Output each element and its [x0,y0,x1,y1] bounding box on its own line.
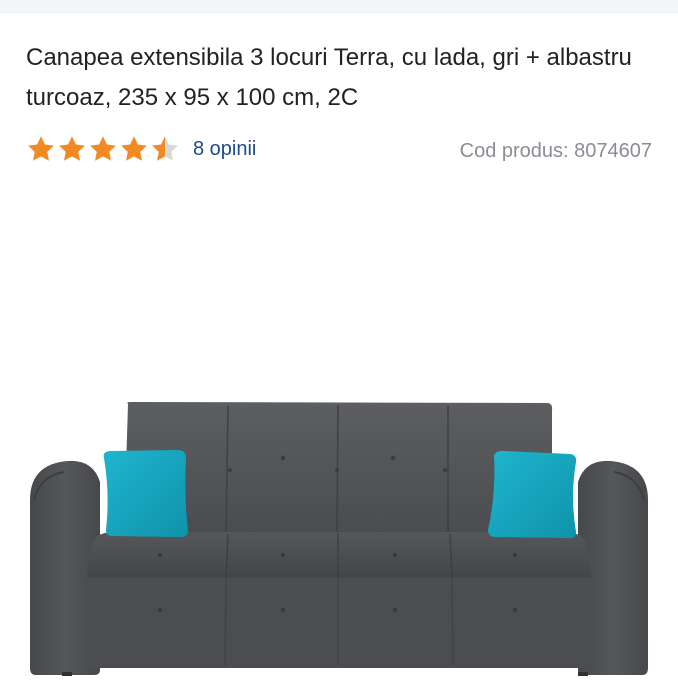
star-icon [152,136,178,161]
star-icon [28,136,54,161]
sofa-foot [62,672,72,676]
star-icon [121,136,147,161]
star-icon [59,136,85,161]
top-strip [0,0,678,13]
product-code: Cod produs: 8074607 [459,140,652,162]
sofa-image[interactable] [0,200,678,700]
sofa-base [86,578,594,668]
star-icon [90,136,116,161]
right-pillow [488,450,577,539]
rating-row: 8 opinii [26,134,256,164]
product-title: Canapea extensibila 3 locuri Terra, cu l… [26,44,632,111]
rating-stars[interactable] [26,134,181,164]
sofa-foot [578,672,588,676]
reviews-link[interactable]: 8 opinii [193,138,256,161]
left-pillow [103,450,188,538]
